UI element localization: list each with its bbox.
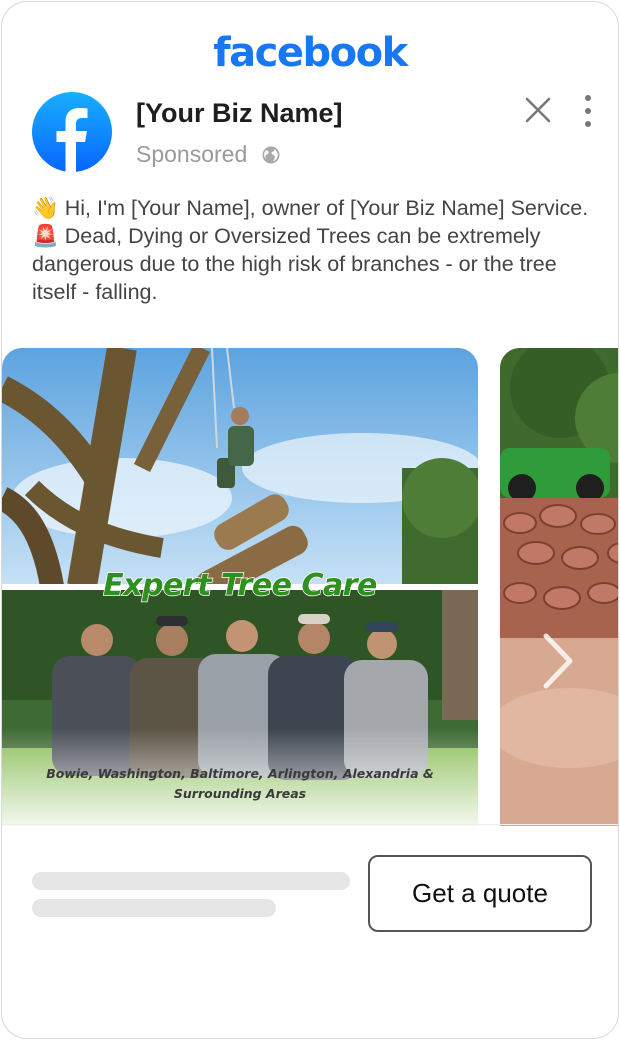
post-body-line1: 👋 Hi, I'm [Your Name], owner of [Your Bi… bbox=[32, 196, 589, 220]
carousel-slide-2[interactable] bbox=[500, 348, 618, 826]
close-icon[interactable] bbox=[524, 96, 552, 124]
facebook-f-logo-icon[interactable] bbox=[32, 92, 112, 172]
slide-1-headline: Expert Tree Care bbox=[102, 567, 378, 604]
carousel: Expert Tree Care Bowie, Washington, Balt… bbox=[2, 348, 618, 826]
placeholder-line-1 bbox=[32, 872, 350, 890]
placeholder-line-2 bbox=[32, 899, 276, 917]
business-name[interactable]: [Your Biz Name] bbox=[136, 98, 343, 129]
get-a-quote-button[interactable]: Get a quote bbox=[368, 855, 592, 932]
globe-icon bbox=[262, 146, 280, 163]
post-body-line2: 🚨 Dead, Dying or Oversized Trees can be … bbox=[32, 224, 557, 304]
facebook-wordmark: facebook bbox=[213, 30, 408, 76]
more-vertical-icon[interactable] bbox=[580, 94, 596, 128]
post-body: 👋 Hi, I'm [Your Name], owner of [Your Bi… bbox=[32, 194, 592, 306]
sponsored-label: Sponsored bbox=[136, 141, 248, 167]
slide-2-image bbox=[500, 348, 618, 826]
sponsored-row: Sponsored bbox=[136, 141, 281, 168]
carousel-slide-1[interactable]: Expert Tree Care Bowie, Washington, Balt… bbox=[2, 348, 478, 826]
slide-1-caption-line2: Surrounding Areas bbox=[173, 786, 307, 801]
chevron-right-icon[interactable] bbox=[538, 630, 578, 692]
slide-1-caption-line1: Bowie, Washington, Baltimore, Arlington,… bbox=[46, 766, 434, 781]
divider bbox=[2, 824, 618, 825]
ad-card: facebook [Your Biz Name] Sponsored 👋 Hi,… bbox=[1, 1, 619, 1039]
